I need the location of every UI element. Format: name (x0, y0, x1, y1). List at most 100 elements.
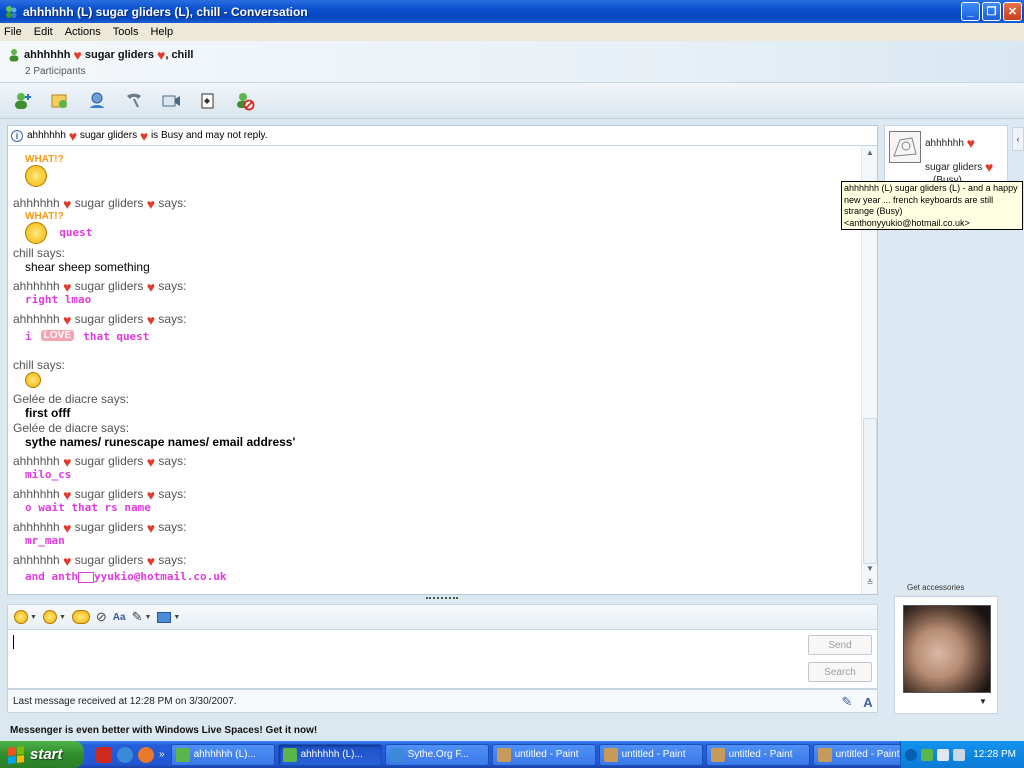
sender-label: ahhhhhh ♥ sugar gliders ♥ says: (13, 519, 187, 536)
windows-logo-icon (8, 745, 24, 764)
activities-icon[interactable] (158, 88, 184, 114)
status-line: Last message received at 12:28 PM on 3/3… (7, 689, 878, 713)
background-icon[interactable]: ▼ (157, 608, 180, 626)
collapse-pane-icon[interactable]: ‹ (1012, 127, 1024, 151)
ie-icon[interactable] (117, 746, 133, 763)
love-emoticon-icon: LOVE (40, 330, 75, 341)
participants-title: ahhhhhh ♥ sugar gliders ♥, chill (24, 47, 194, 64)
send-button[interactable]: Send (808, 635, 872, 655)
nudge-icon[interactable] (71, 608, 90, 626)
my-picture-box: ▼ (894, 596, 998, 714)
task-button[interactable]: ahhhhhh (L)... (170, 743, 275, 766)
block-icon[interactable] (232, 88, 258, 114)
sender-label: chill says: (13, 358, 66, 372)
network-icon[interactable] (937, 748, 949, 761)
messenger-icon (282, 747, 297, 762)
clock[interactable]: 12:28 PM (973, 749, 1016, 760)
menu-actions[interactable]: Actions (65, 26, 101, 38)
menu-help[interactable]: Help (150, 26, 173, 38)
menu-tools[interactable]: Tools (113, 26, 139, 38)
task-button-active[interactable]: ahhhhhh (L)... (277, 743, 382, 766)
menu-edit[interactable]: Edit (34, 26, 53, 38)
task-button[interactable]: untitled - Paint (491, 743, 596, 766)
spaces-promo[interactable]: Messenger is even better with Windows Li… (0, 719, 1024, 741)
close-button[interactable]: ✕ (1003, 2, 1022, 21)
scroll-down-icon[interactable]: ▼ (862, 564, 878, 578)
maximize-button[interactable]: ❐ (982, 2, 1001, 21)
wink-picker-icon[interactable]: ▼ (42, 608, 66, 626)
sender-label: ahhhhhh ♥ sugar gliders ♥ says: (13, 486, 187, 503)
my-display-picture[interactable] (903, 605, 991, 693)
picture-dropdown-icon[interactable]: ▼ (979, 697, 987, 706)
contact-display-picture[interactable] (889, 131, 921, 163)
messenger-icon (175, 747, 190, 762)
scroll-up-icon[interactable]: ▲ (862, 148, 878, 162)
message-input[interactable]: Send Search (7, 629, 878, 689)
emoticon-picker-icon[interactable]: ▼ (14, 608, 37, 626)
message-text: milo_cs (25, 468, 72, 481)
message-text: and anth yyukio@hotmail.co.uk (25, 570, 227, 583)
messenger-tray-icon[interactable] (921, 748, 933, 761)
toolbar (0, 83, 1024, 119)
handwriting-mode-icon[interactable]: ✎ (838, 693, 856, 711)
task-button[interactable]: Sythe.Org F... (384, 743, 489, 766)
start-button[interactable]: start (0, 741, 84, 768)
handwriting-icon[interactable]: ✎ ▼ (132, 608, 152, 626)
shocked-emoticon-icon (25, 222, 47, 244)
games-icon[interactable] (195, 88, 221, 114)
scroll-thumb[interactable] (863, 418, 877, 564)
acrobat-icon[interactable] (96, 746, 112, 763)
tray-expand-icon[interactable] (905, 748, 917, 761)
what-label: WHAT!? (25, 154, 64, 165)
info-icon: i (11, 129, 23, 142)
paint-icon (817, 747, 832, 762)
firefox-icon[interactable] (138, 746, 154, 763)
messenger-icon (6, 5, 17, 18)
sender-label: Gelée de diacre says: (13, 392, 130, 406)
send-files-icon[interactable] (47, 88, 73, 114)
sender-label: ahhhhhh ♥ sugar gliders ♥ says: (13, 311, 187, 328)
paint-icon (710, 747, 725, 762)
search-button[interactable]: Search (808, 662, 872, 682)
voice-clip-icon[interactable]: ⊘ (96, 608, 107, 626)
invite-contact-icon[interactable] (10, 88, 36, 114)
pane-splitter[interactable] (426, 597, 458, 601)
shocked-emoticon-icon (25, 165, 47, 187)
task-button[interactable]: untitled - Paint (705, 743, 810, 766)
quick-launch-more-icon[interactable]: » (159, 749, 165, 760)
call-icon[interactable] (121, 88, 147, 114)
task-button[interactable]: untitled - Paint (598, 743, 703, 766)
last-message-status: Last message received at 12:28 PM on 3/3… (13, 695, 237, 707)
message-text: o wait that rs name (25, 501, 151, 514)
volume-icon[interactable] (953, 748, 965, 761)
conversation-history[interactable]: i ahhhhhh ♥ sugar gliders ♥ is Busy and … (7, 125, 878, 595)
quick-launch: » (84, 746, 171, 763)
message-text: shear sheep something (25, 260, 150, 274)
minimize-button[interactable]: _ (961, 2, 980, 21)
sender-label: Gelée de diacre says: (13, 421, 130, 435)
paint-icon (603, 747, 618, 762)
busy-notice: i ahhhhhh ♥ sugar gliders ♥ is Busy and … (8, 126, 877, 146)
scroll-end-icon[interactable]: ≚ (862, 578, 878, 592)
message-text: right lmao (25, 293, 92, 306)
what-label: WHAT!? (25, 211, 64, 222)
font-icon[interactable]: Aa (113, 608, 126, 626)
message-text: first offf (25, 406, 71, 420)
menu-file[interactable]: File (4, 26, 22, 38)
get-accessories-link[interactable]: Get accessories (907, 583, 964, 592)
sender-label: ahhhhhh ♥ sugar gliders ♥ says: (13, 453, 187, 470)
conversation-header: ahhhhhh ♥ sugar gliders ♥, chill 2 Parti… (0, 41, 1024, 83)
sender-label: ahhhhhh ♥ sugar gliders ♥ says: (13, 278, 187, 295)
contact-tooltip: ahhhhhh (L) sugar gliders (L) - and a ha… (841, 181, 1023, 230)
message-text: mr_man (25, 534, 65, 547)
typing-mode-icon[interactable]: A (859, 693, 877, 711)
ie-icon (389, 747, 404, 762)
heart-icon: ♥ (139, 127, 149, 144)
participant-count: 2 Participants (25, 66, 86, 77)
sender-label: ahhhhhh ♥ sugar gliders ♥ says: (13, 195, 187, 212)
window-title: ahhhhhh (L) sugar gliders (L), chill - C… (23, 4, 308, 19)
video-call-icon[interactable] (84, 88, 110, 114)
system-tray: 12:28 PM (900, 741, 1024, 768)
title-bar[interactable]: ahhhhhh (L) sugar gliders (L), chill - C… (0, 0, 1024, 23)
contact-name-2: sugar gliders ♥ (925, 159, 994, 176)
